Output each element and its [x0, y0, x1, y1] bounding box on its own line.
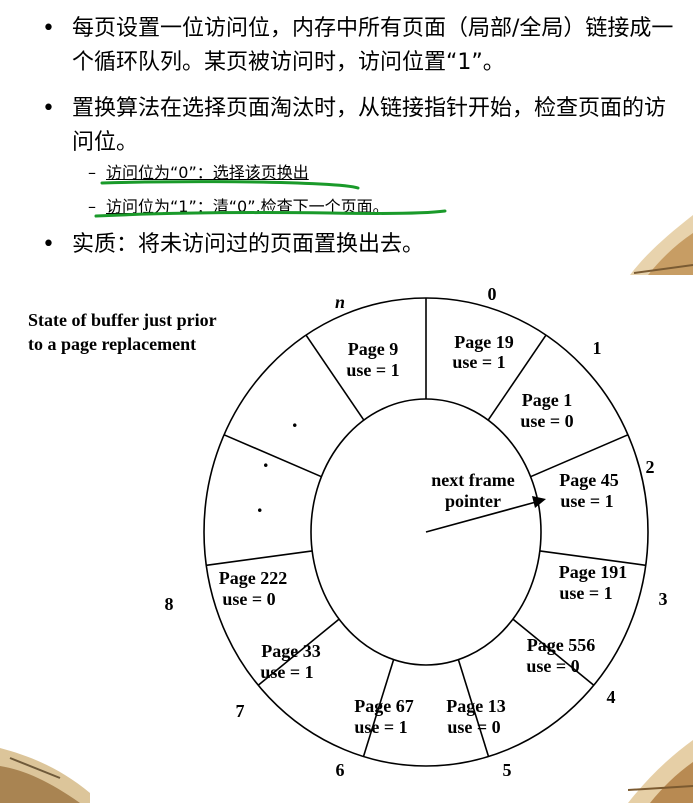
pointer-label-line1: next frame: [431, 470, 514, 490]
frame-page-label: Page 9: [348, 339, 398, 359]
bullet-text: 实质：将未访问过的页面置换出去。: [72, 232, 425, 257]
frame-divider: [206, 550, 313, 567]
frame-page-9: Page 9 use = 1: [346, 339, 399, 380]
frame-page-1: Page 1 use = 0: [520, 390, 573, 431]
frame-use-label: use = 1: [346, 360, 399, 380]
ellipsis-dot-3: .: [257, 492, 263, 517]
next-frame-pointer: next frame pointer: [425, 470, 546, 533]
frame-page-556: Page 556 use = 0: [526, 635, 595, 676]
position-numbers: 0 1 2 3 4 5 6 7 8 n: [165, 284, 668, 780]
frame-use-label: use = 1: [559, 583, 612, 603]
frame-use-label: use = 1: [260, 662, 313, 682]
frame-page-33: Page 33 use = 1: [260, 641, 320, 682]
frame-page-67: Page 67 use = 1: [354, 696, 413, 737]
frame-page-222: Page 222 use = 0: [219, 568, 287, 609]
corner-ornament-top-right: [630, 215, 693, 275]
position-label-2: 2: [646, 457, 655, 477]
position-label-6: 6: [336, 760, 345, 780]
position-label-4: 4: [607, 687, 616, 707]
position-label-7: 7: [236, 701, 245, 721]
frame-page-191: Page 191 use = 1: [559, 562, 627, 603]
frame-page-13: Page 13 use = 0: [446, 696, 505, 737]
frame-use-label: use = 1: [354, 717, 407, 737]
ellipsis-dot-2: .: [263, 447, 269, 472]
frame-page-label: Page 191: [559, 562, 627, 582]
position-label-8: 8: [165, 594, 174, 614]
frame-use-label: use = 1: [452, 352, 505, 372]
frame-use-label: use = 0: [447, 717, 500, 737]
frame-use-label: use = 1: [560, 491, 613, 511]
frame-page-label: Page 45: [559, 470, 618, 490]
frame-page-label: Page 222: [219, 568, 287, 588]
green-underline-2: [94, 209, 447, 218]
frame-use-label: use = 0: [520, 411, 573, 431]
position-label-3: 3: [659, 589, 668, 609]
frame-page-label: Page 13: [446, 696, 505, 716]
ellipsis-dot-1: .: [292, 407, 298, 432]
frame-page-label: Page 1: [522, 390, 572, 410]
position-label-5: 5: [503, 760, 512, 780]
pointer-label-line2: pointer: [445, 491, 501, 511]
frame-page-19: Page 19 use = 1: [452, 332, 513, 372]
text-section: • 每页设置一位访问位，内存中所有页面（局部/全局）链接成一个循环队列。某页被访…: [0, 0, 693, 270]
frame-dividers: [206, 298, 646, 757]
bullet-marker: •: [42, 232, 55, 257]
position-label-1: 1: [593, 338, 602, 358]
frame-use-label: use = 0: [222, 589, 275, 609]
green-underline-1: [100, 180, 360, 190]
frame-page-45: Page 45 use = 1: [559, 470, 618, 511]
frame-page-label: Page 556: [527, 635, 595, 655]
frame-page-label: Page 67: [354, 696, 413, 716]
frame-use-label: use = 0: [526, 656, 579, 676]
position-label-n: n: [335, 292, 345, 312]
handwritten-underline-marks: [94, 180, 447, 218]
position-label-0: 0: [488, 284, 497, 304]
frame-page-label: Page 19: [454, 332, 513, 352]
frame-divider: [223, 434, 322, 478]
frame-page-label: Page 33: [261, 641, 320, 661]
clock-buffer-diagram: Page 19 use = 1 Page 1 use = 0 Page 45 u…: [165, 284, 668, 780]
